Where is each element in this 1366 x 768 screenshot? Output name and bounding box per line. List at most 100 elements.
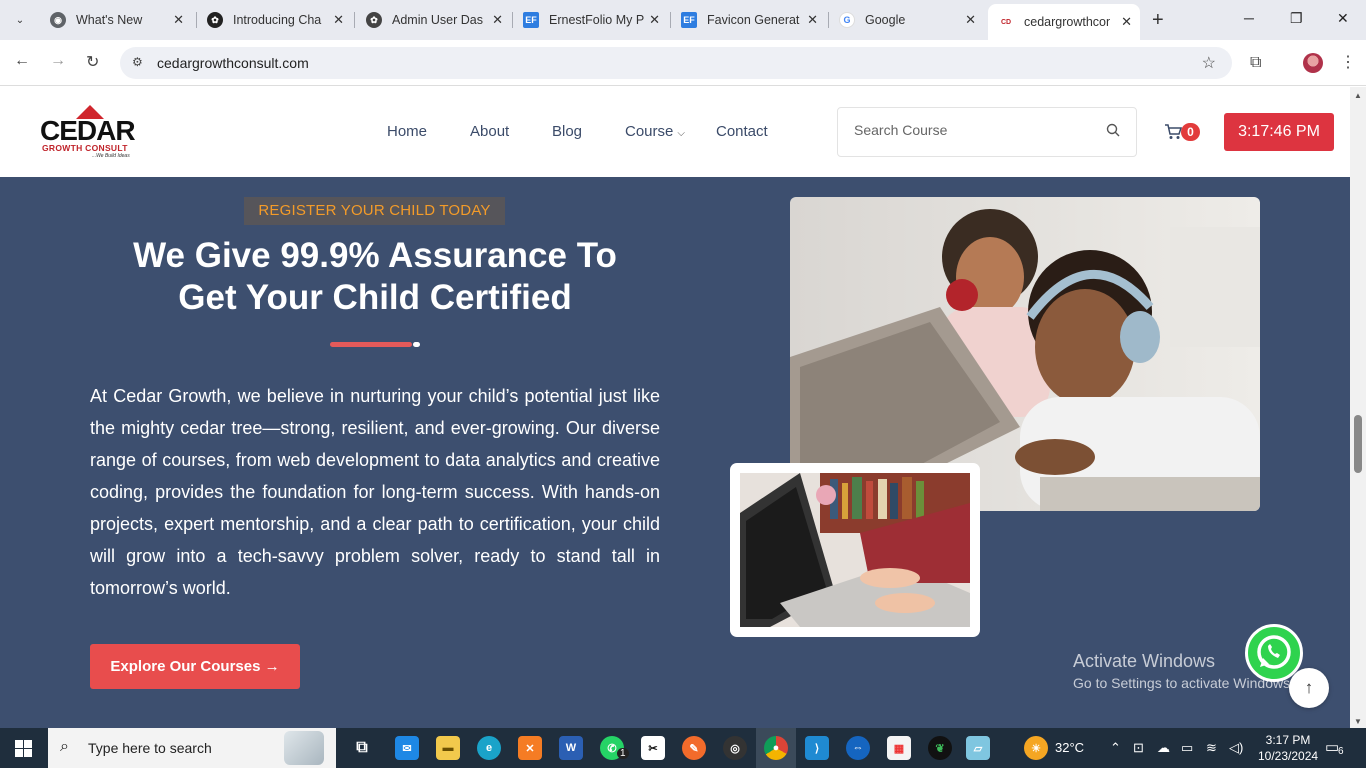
taskbar-date: 10/23/2024 [1258, 749, 1319, 763]
chrome-icon: ◉ [50, 12, 66, 28]
chevron-up-icon[interactable]: ⌃ [1110, 740, 1121, 756]
tab-search-dropdown[interactable]: ⌄ [8, 8, 32, 32]
course-search [837, 107, 1137, 157]
close-window-icon[interactable]: ✕ [1337, 10, 1349, 27]
search-highlight-image [284, 731, 324, 765]
tab-title: Admin User Das [392, 13, 483, 27]
volume-icon[interactable]: ◁) [1229, 740, 1243, 756]
tab-introducing[interactable]: ✿ Introducing Cha ✕ [197, 6, 352, 34]
weather-icon[interactable]: ☀ [1024, 736, 1048, 760]
notepad-icon[interactable]: ▱ [966, 736, 990, 760]
explore-courses-button[interactable]: Explore Our Courses → [90, 644, 300, 689]
taskbar-time: 3:17 PM [1265, 733, 1311, 747]
search-icon[interactable] [1106, 123, 1120, 137]
tab-google[interactable]: G Google ✕ [829, 6, 984, 34]
chevron-down-icon: ⌵ [677, 128, 685, 139]
hero-photo-typing [740, 473, 970, 627]
taskbar-clock[interactable]: 3:17 PM 10/23/2024 [1258, 732, 1318, 764]
bookmark-star-icon[interactable]: ☆ [1202, 53, 1216, 73]
close-tab-icon[interactable]: ✕ [492, 12, 503, 28]
xampp-icon[interactable]: ✕ [518, 736, 542, 760]
logo-word: CEDAR [40, 115, 136, 146]
extensions-icon[interactable]: ⧉ [1250, 54, 1261, 72]
address-toolbar: ← → ↻ ⚙ cedargrowthconsult.com ☆ [0, 40, 1366, 86]
tab-title: ErnestFolio My P [549, 13, 645, 27]
tab-cedar[interactable]: CD cedargrowthcon ✕ [988, 4, 1140, 40]
postman-icon[interactable]: ✎ [682, 736, 706, 760]
profile-avatar[interactable] [1303, 53, 1323, 73]
windows-taskbar: ⌕ Type here to search ⧉ ✉ ▬ e ✕ W ✆ 1 ✂ … [0, 728, 1366, 768]
file-explorer-icon[interactable]: ▬ [436, 736, 460, 760]
close-tab-icon[interactable]: ✕ [965, 12, 976, 28]
edge-icon[interactable]: e [477, 736, 501, 760]
meet-icon[interactable]: ⊡ [1133, 740, 1144, 756]
tab-title: Google [865, 13, 906, 27]
close-tab-icon[interactable]: ✕ [333, 12, 344, 28]
capcut-icon[interactable]: ✂ [641, 736, 665, 760]
back-to-top-button[interactable]: ↑ [1289, 668, 1329, 708]
site-info-icon[interactable]: ⚙ [132, 55, 143, 69]
store-icon[interactable]: ▦ [887, 736, 911, 760]
cloud-icon[interactable]: ☁ [1157, 740, 1170, 756]
headline-divider [330, 342, 420, 347]
weather-temp[interactable]: 32°C [1055, 740, 1084, 755]
tab-admin[interactable]: ✿ Admin User Das ✕ [356, 6, 511, 34]
tab-divider [354, 12, 355, 28]
divider-dot [413, 342, 420, 347]
close-tab-icon[interactable]: ✕ [1121, 14, 1132, 30]
nav-course[interactable]: Course ⌵ [625, 123, 685, 140]
tab-favicon[interactable]: EF Favicon Generat ✕ [671, 6, 826, 34]
new-tab-button[interactable]: + [1152, 10, 1164, 30]
close-tab-icon[interactable]: ✕ [807, 12, 818, 28]
nav-about[interactable]: About [470, 123, 509, 140]
nav-home[interactable]: Home [387, 123, 427, 140]
reload-icon[interactable]: ↻ [86, 52, 99, 72]
whatsapp-icon [1257, 635, 1291, 669]
cart-count-badge: 0 [1181, 123, 1200, 141]
minimize-icon[interactable]: ─ [1244, 10, 1254, 26]
chrome-taskbar-icon[interactable]: ● [764, 736, 788, 760]
address-bar[interactable]: ⚙ cedargrowthconsult.com ☆ [120, 47, 1232, 79]
forward-icon[interactable]: → [50, 52, 66, 70]
tab-ernestfolio[interactable]: EF ErnestFolio My P ✕ [513, 6, 668, 34]
whatsapp-badge: 1 [617, 748, 629, 759]
cedar-logo[interactable]: CEDAR GROWTH CONSULT ...We Build Ideas [40, 105, 136, 161]
teamviewer-icon[interactable]: ⇔ [846, 736, 870, 760]
back-icon[interactable]: ← [14, 52, 30, 70]
scroll-down-icon[interactable]: ▼ [1354, 717, 1362, 726]
page-scrollbar[interactable]: ▲ ▼ [1350, 87, 1366, 728]
tab-title: Favicon Generat [707, 13, 800, 27]
battery-icon[interactable]: ▭ [1181, 740, 1193, 756]
windows-start-icon[interactable] [15, 740, 32, 757]
vscode-icon[interactable]: ⟩ [805, 736, 829, 760]
notification-icon[interactable]: ▭ 6 [1325, 738, 1345, 758]
obs-icon[interactable]: ◎ [723, 736, 747, 760]
scroll-thumb[interactable] [1354, 415, 1362, 473]
taskbar-search-text: Type here to search [88, 740, 212, 756]
taskbar-search[interactable]: ⌕ Type here to search [48, 728, 336, 768]
close-tab-icon[interactable]: ✕ [173, 12, 184, 28]
tab-title: What's New [76, 13, 143, 27]
search-input[interactable] [854, 122, 1084, 138]
ef-icon: EF [523, 12, 539, 28]
menu-kebab-icon[interactable]: ⋮ [1340, 52, 1356, 72]
nav-blog[interactable]: Blog [552, 123, 582, 140]
task-view-icon[interactable]: ⧉ [350, 736, 374, 760]
wifi-icon[interactable]: ≋ [1206, 740, 1217, 756]
hero-section: REGISTER YOUR CHILD TODAY We Give 99.9% … [0, 177, 1350, 728]
hero-description: At Cedar Growth, we believe in nurturing… [90, 386, 660, 598]
word-icon[interactable]: W [559, 736, 583, 760]
url-text[interactable]: cedargrowthconsult.com [157, 55, 309, 71]
ef-icon: EF [681, 12, 697, 28]
hero-headline: We Give 99.9% Assurance To Get Your Chil… [90, 235, 660, 319]
mail-icon[interactable]: ✉ [395, 736, 419, 760]
nav-contact[interactable]: Contact [716, 123, 768, 140]
restore-icon[interactable]: ❐ [1290, 10, 1303, 27]
close-tab-icon[interactable]: ✕ [649, 12, 660, 28]
scroll-up-icon[interactable]: ▲ [1354, 91, 1362, 100]
tab-title: cedargrowthcon [1024, 15, 1110, 29]
tab-whats-new[interactable]: ◉ What's New ✕ [40, 6, 192, 34]
nav-course-label: Course [625, 123, 674, 140]
logo-tagline: ...We Build Ideas [92, 153, 130, 159]
mongodb-icon[interactable]: ❦ [928, 736, 952, 760]
